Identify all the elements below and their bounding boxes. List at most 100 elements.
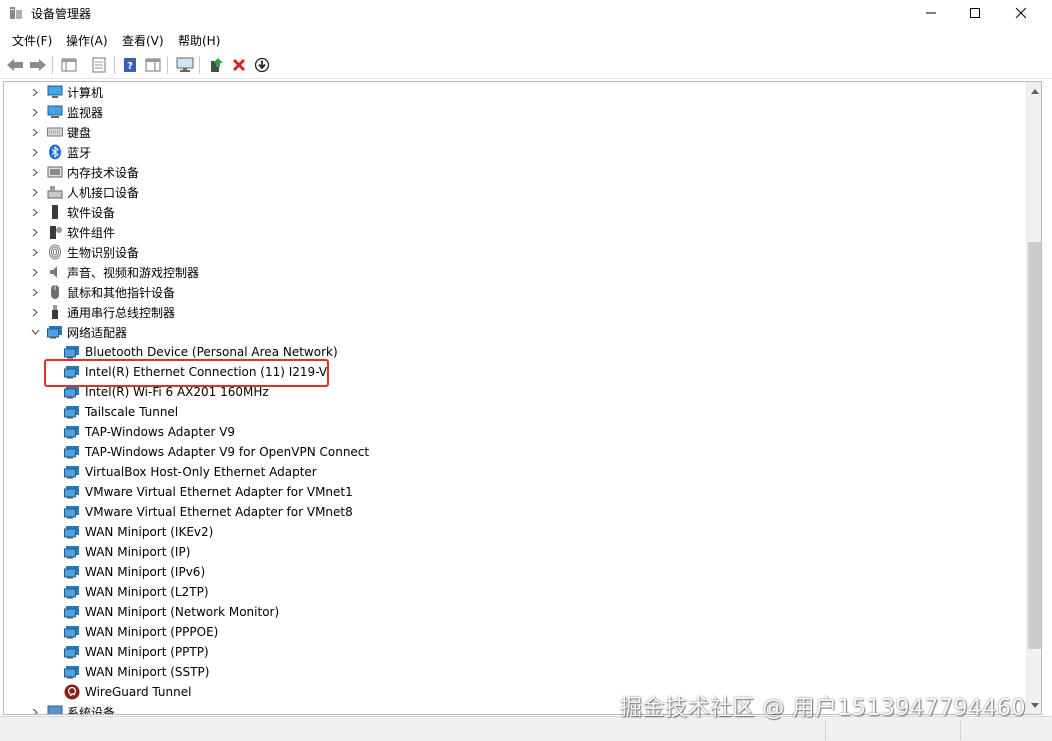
adapter-label: TAP-Windows Adapter V9 for OpenVPN Conne…	[85, 445, 370, 459]
menu-bar: 文件(F) 操作(A) 查看(V) 帮助(H)	[0, 29, 1052, 51]
expand-chevron-icon[interactable]	[29, 262, 41, 282]
adapter-item[interactable]: Tailscale Tunnel	[64, 402, 178, 422]
collapse-chevron-icon[interactable]	[29, 322, 41, 342]
category-keyboards[interactable]: 键盘	[29, 122, 91, 142]
category-sound-video-game[interactable]: 声音、视频和游戏控制器	[29, 262, 199, 282]
category-computer[interactable]: 计算机	[29, 82, 103, 102]
adapter-label: Intel(R) Wi-Fi 6 AX201 160MHz	[85, 385, 269, 399]
hid-icon	[47, 184, 63, 200]
network-adapter-icon	[64, 464, 80, 480]
category-biometric[interactable]: 生物识别设备	[29, 242, 139, 262]
vertical-scrollbar[interactable]	[1026, 82, 1041, 714]
watermark: 掘金技术社区 @ 用户1513947794460	[620, 696, 1026, 721]
svg-text:?: ?	[127, 61, 133, 72]
toolbar: ?	[0, 51, 1052, 79]
minimize-button[interactable]	[908, 0, 954, 26]
adapter-label: WAN Miniport (IKEv2)	[85, 525, 214, 539]
expand-chevron-icon[interactable]	[29, 102, 41, 122]
highlight-annotation	[44, 359, 329, 387]
device-tree[interactable]: 计算机 监视器 键盘 蓝牙 内存技术设备 人机接口设备 软件设备 软件组件 生物	[3, 81, 1042, 715]
scrollbar-thumb[interactable]	[1028, 242, 1041, 649]
category-memory-devices[interactable]: 内存技术设备	[29, 162, 139, 182]
show-hide-tree-icon[interactable]	[59, 55, 79, 75]
adapter-label: WAN Miniport (PPTP)	[85, 645, 209, 659]
system-device-icon	[47, 704, 63, 714]
network-adapter-icon	[64, 604, 80, 620]
uninstall-icon[interactable]	[229, 55, 249, 75]
wireguard-icon	[64, 684, 80, 700]
network-adapter-icon	[64, 524, 80, 540]
properties-icon[interactable]	[89, 55, 109, 75]
expand-chevron-icon[interactable]	[29, 302, 41, 322]
help-icon[interactable]: ?	[120, 55, 140, 75]
category-software-devices[interactable]: 软件设备	[29, 202, 115, 222]
scroll-up-icon[interactable]	[1027, 84, 1041, 98]
title-bar: 设备管理器	[0, 0, 1052, 26]
adapter-label: WAN Miniport (IPv6)	[85, 565, 206, 579]
adapter-item[interactable]: VMware Virtual Ethernet Adapter for VMne…	[64, 502, 353, 522]
scroll-down-icon[interactable]	[1027, 698, 1041, 712]
adapter-item[interactable]: WAN Miniport (PPPOE)	[64, 622, 218, 642]
adapter-item[interactable]: WAN Miniport (L2TP)	[64, 582, 209, 602]
expand-chevron-icon[interactable]	[29, 182, 41, 202]
usb-icon	[47, 304, 63, 320]
category-software-components[interactable]: 软件组件	[29, 222, 115, 242]
category-network-adapters[interactable]: 网络适配器	[29, 322, 127, 342]
back-arrow-icon[interactable]	[5, 55, 25, 75]
adapter-item[interactable]: WAN Miniport (IPv6)	[64, 562, 205, 582]
device-manager-app-icon	[9, 6, 23, 20]
memory-device-icon	[47, 164, 63, 180]
network-adapter-icon	[64, 424, 80, 440]
adapter-item[interactable]: WireGuard Tunnel	[64, 682, 191, 702]
expand-chevron-icon[interactable]	[29, 242, 41, 262]
category-label: 软件设备	[67, 205, 116, 220]
expand-chevron-icon[interactable]	[29, 142, 41, 162]
category-label: 软件组件	[67, 225, 116, 240]
category-label: 鼠标和其他指针设备	[67, 285, 176, 300]
expand-chevron-icon[interactable]	[29, 82, 41, 102]
adapter-item[interactable]: TAP-Windows Adapter V9 for OpenVPN Conne…	[64, 442, 369, 462]
maximize-button[interactable]	[952, 0, 998, 26]
action-pane-icon[interactable]	[143, 55, 163, 75]
category-hid[interactable]: 人机接口设备	[29, 182, 139, 202]
menu-action[interactable]: 操作(A)	[66, 32, 108, 49]
adapter-item[interactable]: WAN Miniport (Network Monitor)	[64, 602, 279, 622]
expand-chevron-icon[interactable]	[29, 202, 41, 222]
adapter-item[interactable]: WAN Miniport (PPTP)	[64, 642, 209, 662]
adapter-item[interactable]: VirtualBox Host-Only Ethernet Adapter	[64, 462, 317, 482]
adapter-item[interactable]: WAN Miniport (IP)	[64, 542, 190, 562]
monitor-icon	[47, 104, 63, 120]
adapter-item[interactable]: WAN Miniport (IKEv2)	[64, 522, 213, 542]
category-monitors[interactable]: 监视器	[29, 102, 103, 122]
menu-help[interactable]: 帮助(H)	[178, 32, 220, 49]
expand-chevron-icon[interactable]	[29, 222, 41, 242]
category-bluetooth[interactable]: 蓝牙	[29, 142, 91, 162]
scan-hardware-icon[interactable]	[252, 55, 272, 75]
expand-chevron-icon[interactable]	[29, 122, 41, 142]
category-label: 键盘	[67, 125, 92, 140]
monitor-icon[interactable]	[175, 55, 195, 75]
expand-chevron-icon[interactable]	[29, 702, 41, 714]
category-system-devices[interactable]: 系统设备	[29, 702, 115, 714]
menu-view[interactable]: 查看(V)	[122, 32, 164, 49]
adapter-item[interactable]: TAP-Windows Adapter V9	[64, 422, 235, 442]
adapter-label: TAP-Windows Adapter V9	[85, 425, 236, 439]
category-usb[interactable]: 通用串行总线控制器	[29, 302, 175, 322]
adapter-item[interactable]: WAN Miniport (SSTP)	[64, 662, 209, 682]
adapter-item[interactable]: VMware Virtual Ethernet Adapter for VMne…	[64, 482, 353, 502]
network-adapter-icon	[64, 624, 80, 640]
forward-arrow-icon[interactable]	[28, 55, 48, 75]
category-mouse[interactable]: 鼠标和其他指针设备	[29, 282, 175, 302]
adapter-label: Tailscale Tunnel	[85, 405, 179, 419]
fingerprint-icon	[47, 244, 63, 260]
network-adapter-icon	[64, 544, 80, 560]
expand-chevron-icon[interactable]	[29, 162, 41, 182]
close-button[interactable]	[998, 0, 1044, 26]
adapter-label: Bluetooth Device (Personal Area Network)	[85, 345, 338, 359]
computer-icon	[47, 84, 63, 100]
update-driver-icon[interactable]	[206, 55, 226, 75]
menu-file[interactable]: 文件(F)	[12, 32, 52, 49]
expand-chevron-icon[interactable]	[29, 282, 41, 302]
adapter-label: WAN Miniport (L2TP)	[85, 585, 209, 599]
adapter-label: WAN Miniport (IP)	[85, 545, 191, 559]
